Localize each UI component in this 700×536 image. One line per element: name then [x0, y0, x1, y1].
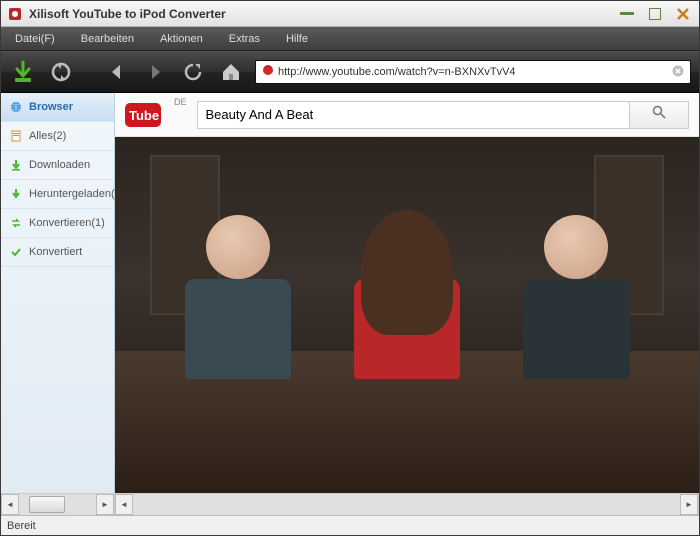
sidebar-item-label: Browser	[29, 101, 73, 113]
minimize-button[interactable]	[617, 5, 637, 23]
sidebar-item-label: Heruntergeladen(1)	[29, 188, 124, 200]
refresh-cycle-icon[interactable]	[47, 58, 75, 86]
sidebar-scrollbar[interactable]: ◄ ►	[1, 494, 115, 515]
status-text: Bereit	[7, 520, 36, 532]
check-icon	[9, 245, 23, 259]
menu-extras[interactable]: Extras	[221, 30, 268, 48]
content-area: Browser Alles(2) Downloaden Heruntergela…	[1, 93, 699, 493]
downloaded-icon	[9, 187, 23, 201]
search-icon	[652, 105, 666, 124]
svg-text:Tube: Tube	[129, 108, 159, 123]
reload-button[interactable]	[179, 58, 207, 86]
sidebar-item-download[interactable]: Downloaden	[1, 151, 114, 180]
maximize-button[interactable]	[645, 5, 665, 23]
close-button[interactable]	[673, 5, 693, 23]
forward-button[interactable]	[141, 58, 169, 86]
window-title: Xilisoft YouTube to iPod Converter	[29, 7, 617, 21]
url-input[interactable]	[278, 66, 668, 78]
main-panel: Tube DE	[115, 93, 699, 493]
back-button[interactable]	[103, 58, 131, 86]
record-icon	[262, 63, 274, 81]
app-window: Xilisoft YouTube to iPod Converter Datei…	[0, 0, 700, 536]
scroll-right-icon[interactable]: ►	[680, 494, 698, 515]
menu-file[interactable]: Datei(F)	[7, 30, 63, 48]
download-icon[interactable]	[9, 58, 37, 86]
menubar: Datei(F) Bearbeiten Aktionen Extras Hilf…	[1, 27, 699, 51]
sidebar-item-label: Alles(2)	[29, 130, 66, 142]
app-icon	[7, 6, 23, 22]
scroll-right-icon[interactable]: ►	[96, 494, 114, 515]
sidebar-item-browser[interactable]: Browser	[1, 93, 114, 122]
address-bar	[255, 60, 691, 84]
scroll-left-icon[interactable]: ◄	[115, 494, 133, 515]
video-thumbnail	[115, 137, 699, 493]
menu-actions[interactable]: Aktionen	[152, 30, 211, 48]
sidebar-item-converted[interactable]: Konvertiert	[1, 238, 114, 267]
clear-url-icon[interactable]	[672, 65, 684, 80]
main-scrollbar[interactable]: ◄ ►	[115, 494, 699, 515]
youtube-logo[interactable]: Tube	[125, 103, 161, 127]
toolbar	[1, 51, 699, 93]
menu-edit[interactable]: Bearbeiten	[73, 30, 142, 48]
youtube-header: Tube DE	[115, 93, 699, 137]
sidebar-item-label: Downloaden	[29, 159, 90, 171]
download-small-icon	[9, 158, 23, 172]
youtube-region: DE	[174, 97, 187, 107]
statusbar: Bereit	[1, 515, 699, 535]
sidebar-item-all[interactable]: Alles(2)	[1, 122, 114, 151]
page-icon	[9, 129, 23, 143]
horizontal-scrollbars: ◄ ► ◄ ►	[1, 493, 699, 515]
titlebar: Xilisoft YouTube to iPod Converter	[1, 1, 699, 27]
sidebar: Browser Alles(2) Downloaden Heruntergela…	[1, 93, 115, 493]
scroll-left-icon[interactable]: ◄	[1, 494, 19, 515]
search-button[interactable]	[629, 101, 689, 129]
search-bar	[197, 101, 689, 129]
search-input[interactable]	[197, 101, 629, 129]
menu-help[interactable]: Hilfe	[278, 30, 316, 48]
scroll-thumb[interactable]	[29, 496, 65, 513]
globe-icon	[9, 100, 23, 114]
video-player[interactable]	[115, 137, 699, 493]
sidebar-item-downloaded[interactable]: Heruntergeladen(1)	[1, 180, 114, 209]
sidebar-item-label: Konvertieren(1)	[29, 217, 105, 229]
home-button[interactable]	[217, 58, 245, 86]
sidebar-item-convert[interactable]: Konvertieren(1)	[1, 209, 114, 238]
window-controls	[617, 5, 693, 23]
sidebar-item-label: Konvertiert	[29, 246, 82, 258]
convert-icon	[9, 216, 23, 230]
